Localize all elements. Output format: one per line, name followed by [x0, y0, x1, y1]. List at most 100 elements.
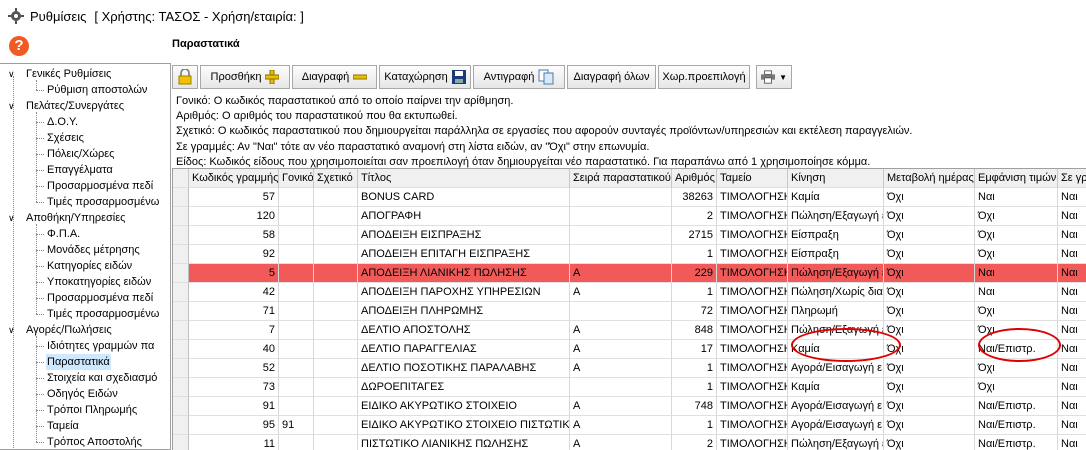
table-cell[interactable]: A — [570, 340, 672, 359]
table-cell[interactable] — [314, 378, 358, 397]
table-cell[interactable]: Όχι — [975, 207, 1058, 226]
table-cell[interactable]: ΤΙΜΟΛΟΓΗΣΗ — [717, 264, 788, 283]
table-cell[interactable]: A — [570, 283, 672, 302]
table-cell[interactable]: 848 — [672, 321, 717, 340]
table-cell[interactable]: Όχι — [884, 321, 975, 340]
table-cell[interactable]: 5 — [189, 264, 279, 283]
table-cell[interactable] — [314, 264, 358, 283]
table-cell[interactable]: Ναι — [1058, 302, 1086, 321]
table-cell[interactable]: 1 — [672, 283, 717, 302]
table-cell[interactable] — [570, 302, 672, 321]
add-button[interactable]: Προσθήκη — [200, 65, 290, 89]
help-icon[interactable]: ? — [9, 36, 29, 56]
table-cell[interactable] — [314, 226, 358, 245]
column-header[interactable]: Κίνηση — [788, 169, 884, 188]
table-cell[interactable]: ΑΠΟΓΡΑΦΗ — [358, 207, 570, 226]
table-cell[interactable]: Όχι — [884, 359, 975, 378]
table-cell[interactable]: Είσπραξη — [788, 226, 884, 245]
table-cell[interactable]: 1 — [672, 378, 717, 397]
table-cell[interactable]: Όχι — [884, 378, 975, 397]
table-cell[interactable]: ΕΙΔΙΚΟ ΑΚΥΡΩΤΙΚΟ ΣΤΟΙΧΕΙΟ ΠΙΣΤΩΤΙΚΟ — [358, 416, 570, 435]
row-indicator[interactable] — [173, 397, 189, 416]
table-cell[interactable] — [279, 340, 314, 359]
table-cell[interactable]: Όχι — [884, 416, 975, 435]
table-row[interactable]: 58 ΑΠΟΔΕΙΞΗ ΕΙΣΠΡΑΞΗΣ 2715 ΤΙΜΟΛΟΓΗΣΗ Είσπρα… — [173, 226, 1086, 245]
table-cell[interactable]: Ναι — [1058, 416, 1086, 435]
table-cell[interactable]: ΤΙΜΟΛΟΓΗΣΗ — [717, 435, 788, 450]
row-indicator[interactable] — [173, 359, 189, 378]
table-cell[interactable]: ΤΙΜΟΛΟΓΗΣΗ — [717, 283, 788, 302]
table-row[interactable]: 5 ΑΠΟΔΕΙΞΗ ΛΙΑΝΙΚΗΣ ΠΩΛΗΣΗΣ A 229 ΤΙΜΟΛΟΓΗΣΗ… — [173, 264, 1086, 283]
copy-button[interactable]: Αντιγραφή — [473, 65, 565, 89]
table-cell[interactable]: Αγορά/Εισαγωγή ε — [788, 359, 884, 378]
table-cell[interactable]: Ναι — [1058, 321, 1086, 340]
table-cell[interactable]: Όχι — [884, 207, 975, 226]
table-cell[interactable]: Ναι — [1058, 283, 1086, 302]
column-header[interactable] — [173, 169, 189, 188]
table-cell[interactable] — [314, 207, 358, 226]
table-cell[interactable] — [279, 283, 314, 302]
table-cell[interactable]: 91 — [279, 416, 314, 435]
table-cell[interactable]: 17 — [672, 340, 717, 359]
table-cell[interactable]: A — [570, 397, 672, 416]
table-cell[interactable]: 42 — [189, 283, 279, 302]
table-cell[interactable]: Πληρωμή — [788, 302, 884, 321]
column-header[interactable]: Σειρά παραστατικού — [570, 169, 672, 188]
table-cell[interactable]: Ναι/Επιστρ. — [975, 397, 1058, 416]
table-cell[interactable]: ΑΠΟΔΕΙΞΗ ΕΠΙΤΑΓΗ ΕΙΣΠΡΑΞΗΣ — [358, 245, 570, 264]
table-cell[interactable] — [279, 359, 314, 378]
table-cell[interactable]: Ναι — [975, 188, 1058, 207]
table-cell[interactable]: ΤΙΜΟΛΟΓΗΣΗ — [717, 416, 788, 435]
table-row[interactable]: 92 ΑΠΟΔΕΙΞΗ ΕΠΙΤΑΓΗ ΕΙΣΠΡΑΞΗΣ 1 ΤΙΜΟΛΟΓΗΣΗ Ε… — [173, 245, 1086, 264]
table-cell[interactable]: 92 — [189, 245, 279, 264]
row-indicator[interactable] — [173, 416, 189, 435]
table-cell[interactable]: 73 — [189, 378, 279, 397]
column-header[interactable]: Κωδικός γραμμής — [189, 169, 279, 188]
delete-button[interactable]: Διαγραφή — [292, 65, 377, 89]
column-header[interactable]: Αριθμός — [672, 169, 717, 188]
table-cell[interactable]: 11 — [189, 435, 279, 450]
table-cell[interactable]: ΔΩΡΟΕΠΙΤΑΓΕΣ — [358, 378, 570, 397]
table-cell[interactable]: Ναι — [1058, 188, 1086, 207]
table-cell[interactable]: 58 — [189, 226, 279, 245]
table-cell[interactable]: 72 — [672, 302, 717, 321]
table-cell[interactable] — [570, 245, 672, 264]
table-cell[interactable]: ΤΙΜΟΛΟΓΗΣΗ — [717, 302, 788, 321]
table-cell[interactable]: Όχι — [884, 264, 975, 283]
table-cell[interactable]: Όχι — [884, 435, 975, 450]
table-cell[interactable]: 120 — [189, 207, 279, 226]
table-cell[interactable]: ΤΙΜΟΛΟΓΗΣΗ — [717, 321, 788, 340]
row-indicator[interactable] — [173, 283, 189, 302]
table-cell[interactable]: ΠΙΣΤΩΤΙΚΟ ΛΙΑΝΙΚΗΣ ΠΩΛΗΣΗΣ — [358, 435, 570, 450]
table-cell[interactable]: 1 — [672, 416, 717, 435]
table-cell[interactable]: A — [570, 416, 672, 435]
table-cell[interactable] — [570, 207, 672, 226]
table-cell[interactable]: BONUS CARD — [358, 188, 570, 207]
table-cell[interactable]: 38263 — [672, 188, 717, 207]
table-cell[interactable]: Όχι — [884, 397, 975, 416]
table-cell[interactable]: 229 — [672, 264, 717, 283]
table-cell[interactable]: ΤΙΜΟΛΟΓΗΣΗ — [717, 245, 788, 264]
table-cell[interactable]: 71 — [189, 302, 279, 321]
table-cell[interactable]: Πώληση/Εξαγωγή ε — [788, 435, 884, 450]
table-cell[interactable] — [314, 321, 358, 340]
row-indicator[interactable] — [173, 340, 189, 359]
table-cell[interactable] — [314, 416, 358, 435]
table-cell[interactable]: 2 — [672, 435, 717, 450]
table-row[interactable]: 7 ΔΕΛΤΙΟ ΑΠΟΣΤΟΛΗΣ A 848 ΤΙΜΟΛΟΓΗΣΗ Πώληση/Εξ… — [173, 321, 1086, 340]
table-cell[interactable]: Όχι — [884, 283, 975, 302]
table-cell[interactable]: Ναι — [1058, 207, 1086, 226]
column-header[interactable]: Ταμείο — [717, 169, 788, 188]
delete-all-button[interactable]: Διαγραφή όλων — [567, 65, 656, 89]
table-cell[interactable]: ΑΠΟΔΕΙΞΗ ΕΙΣΠΡΑΞΗΣ — [358, 226, 570, 245]
column-header[interactable]: Γονικό — [279, 169, 314, 188]
row-indicator[interactable] — [173, 245, 189, 264]
table-row[interactable]: 71 ΑΠΟΔΕΙΞΗ ΠΛΗΡΩΜΗΣ 72 ΤΙΜΟΛΟΓΗΣΗ Πληρωμή Όχ… — [173, 302, 1086, 321]
table-cell[interactable] — [570, 188, 672, 207]
table-cell[interactable]: Ναι — [1058, 245, 1086, 264]
table-cell[interactable]: Ναι — [1058, 264, 1086, 283]
row-indicator[interactable] — [173, 321, 189, 340]
table-cell[interactable]: A — [570, 359, 672, 378]
table-cell[interactable]: Ναι/Επιστρ. — [975, 435, 1058, 450]
row-indicator[interactable] — [173, 264, 189, 283]
